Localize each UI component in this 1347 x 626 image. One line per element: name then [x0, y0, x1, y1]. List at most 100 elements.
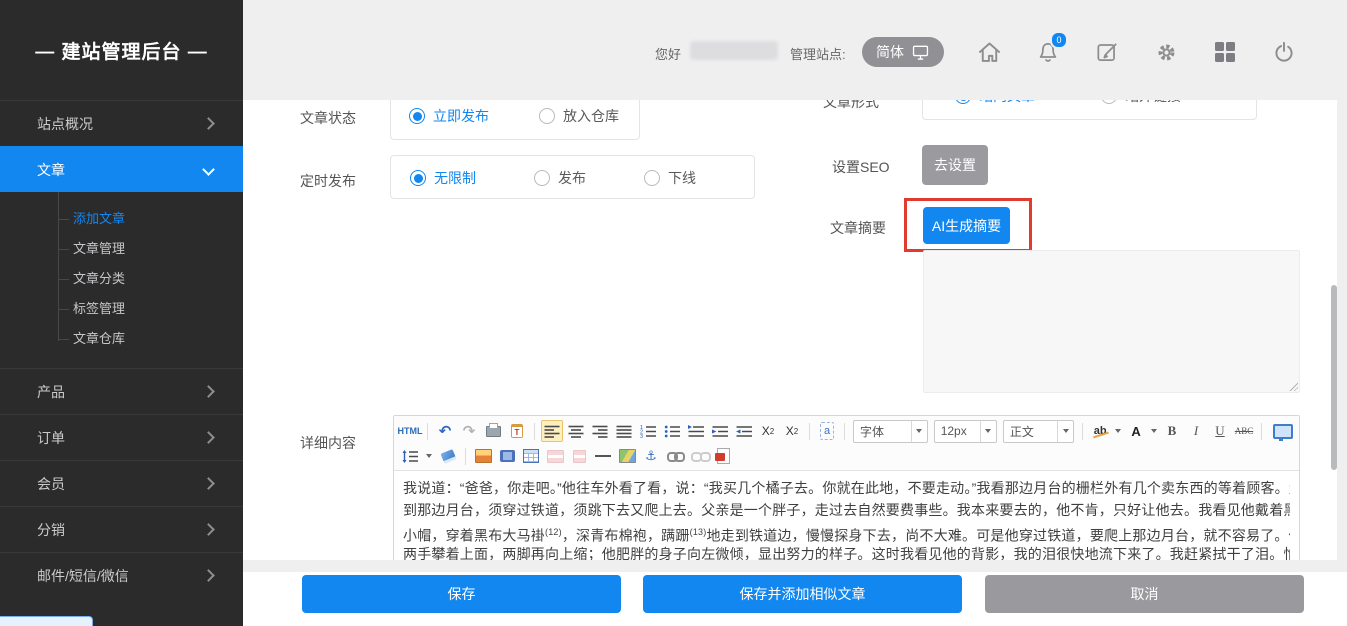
radio-icon: [539, 108, 555, 124]
unordered-list-icon[interactable]: [661, 420, 683, 442]
strikethrough-icon[interactable]: ABC: [1233, 420, 1255, 442]
seo-setup-button[interactable]: 去设置: [922, 145, 988, 185]
auto-typeset-icon[interactable]: [685, 420, 707, 442]
sidebar-item[interactable]: 文章: [0, 146, 243, 192]
toolbar-row-2: ⚓: [399, 444, 1294, 468]
align-left-icon[interactable]: [541, 420, 563, 442]
link-icon[interactable]: [664, 445, 686, 467]
ai-generate-summary-button[interactable]: AI生成摘要: [923, 207, 1010, 244]
submenu-item[interactable]: 文章管理: [0, 234, 243, 264]
editor-toolbar: HTML ↶ ↷: [394, 416, 1299, 471]
article-status-options: 立即发布 放入仓库: [409, 106, 619, 126]
chevron-down-icon: [911, 421, 927, 442]
chevron-right-icon: [202, 477, 215, 490]
outdent-icon[interactable]: [733, 420, 755, 442]
manage-site-label: 管理站点:: [790, 44, 846, 63]
format-clear-icon[interactable]: [437, 445, 459, 467]
sidebar-item[interactable]: 邮件/短信/微信: [0, 552, 243, 598]
monitor-icon: [911, 44, 930, 61]
underline-icon[interactable]: U: [1209, 420, 1231, 442]
bold-icon[interactable]: B: [1161, 420, 1183, 442]
font-size-select[interactable]: 12px: [934, 420, 997, 443]
font-color-icon[interactable]: A: [1125, 420, 1147, 442]
undo-icon[interactable]: ↶: [434, 420, 456, 442]
article-submenu: 添加文章文章管理文章分类标签管理文章仓库: [0, 192, 243, 368]
highlight-color-icon[interactable]: ab: [1089, 420, 1111, 442]
apps-grid-icon[interactable]: [1211, 38, 1239, 66]
italic-icon[interactable]: I: [1185, 420, 1207, 442]
insert-pdf-icon[interactable]: [712, 445, 734, 467]
superscript-icon[interactable]: X2: [781, 420, 803, 442]
radio-icon: [534, 170, 550, 186]
sidebar-item[interactable]: 会员: [0, 460, 243, 506]
radio-option[interactable]: 发布: [534, 168, 586, 188]
chevron-right-icon: [202, 523, 215, 536]
insert-image-icon[interactable]: [472, 445, 494, 467]
chevron-down-icon: [1057, 421, 1073, 442]
chevron-down-icon[interactable]: [423, 454, 435, 458]
html-source-icon[interactable]: HTML: [399, 420, 421, 442]
unlink-icon[interactable]: [688, 445, 710, 467]
subscript-icon[interactable]: X2: [757, 420, 779, 442]
justify-icon[interactable]: [613, 420, 635, 442]
radio-icon: [1101, 100, 1117, 104]
radio-icon: [410, 170, 426, 186]
settings-icon[interactable]: [1152, 38, 1180, 66]
horizontal-rule-icon[interactable]: [592, 445, 614, 467]
sidebar-item[interactable]: 产品: [0, 368, 243, 414]
submenu-item[interactable]: 文章仓库: [0, 324, 243, 354]
save-button[interactable]: 保存: [302, 575, 621, 613]
indent-icon[interactable]: [709, 420, 731, 442]
power-icon[interactable]: [1270, 38, 1298, 66]
paste-as-text-icon[interactable]: [506, 420, 528, 442]
vertical-scrollbar-thumb[interactable]: [1331, 285, 1337, 470]
timed-publish-options: 无限制 发布 下线: [410, 168, 696, 188]
template-break-icon[interactable]: [568, 445, 590, 467]
align-right-icon[interactable]: [589, 420, 611, 442]
insert-table-icon[interactable]: [520, 445, 542, 467]
image-map-icon[interactable]: [616, 445, 638, 467]
seo-label: 设置SEO: [832, 157, 890, 177]
radio-option[interactable]: 无限制: [410, 168, 476, 188]
fullscreen-icon[interactable]: [1272, 420, 1294, 442]
submenu-item[interactable]: 文章分类: [0, 264, 243, 294]
align-center-icon[interactable]: [565, 420, 587, 442]
editor-content[interactable]: 我说道：“爸爸，你走吧。”他往车外看了看，说：“我买几个橘子去。你就在此地，不要…: [394, 471, 1299, 560]
sidebar-item[interactable]: 订单: [0, 414, 243, 460]
print-icon[interactable]: [482, 420, 504, 442]
summary-textarea[interactable]: [923, 250, 1300, 393]
sidebar-item[interactable]: 站点概况: [0, 100, 243, 146]
language-preview-button[interactable]: 简体: [862, 37, 944, 67]
font-family-select[interactable]: 字体: [853, 420, 928, 443]
chevron-down-icon: [980, 421, 996, 442]
sidebar: — 建站管理后台 — 站点概况文章添加文章文章管理文章分类标签管理文章仓库产品订…: [0, 0, 243, 626]
redo-icon[interactable]: ↷: [458, 420, 480, 442]
select-all-icon[interactable]: a: [816, 420, 838, 442]
radio-option[interactable]: 立即发布: [409, 106, 489, 126]
radio-option[interactable]: 放入仓库: [539, 106, 619, 126]
ordered-list-icon[interactable]: 123: [637, 420, 659, 442]
radio-option[interactable]: 站内文章: [955, 100, 1035, 106]
chevron-down-icon[interactable]: [1113, 429, 1123, 433]
radio-option[interactable]: 站外链接: [1101, 100, 1181, 106]
bell-icon[interactable]: 0: [1034, 38, 1062, 66]
save-and-add-similar-button[interactable]: 保存并添加相似文章: [643, 575, 962, 613]
cancel-button[interactable]: 取消: [985, 575, 1304, 613]
chevron-down-icon[interactable]: [1149, 429, 1159, 433]
paragraph-style-select[interactable]: 正文: [1003, 420, 1074, 443]
home-icon[interactable]: [975, 38, 1003, 66]
line-height-icon[interactable]: [399, 445, 421, 467]
sidebar-item[interactable]: 分销: [0, 506, 243, 552]
edit-icon[interactable]: [1093, 38, 1121, 66]
radio-option[interactable]: 下线: [644, 168, 696, 188]
radio-icon: [409, 108, 425, 124]
submenu-item[interactable]: 标签管理: [0, 294, 243, 324]
blurred-username: [690, 41, 778, 60]
anchor-icon[interactable]: ⚓: [640, 445, 662, 467]
chevron-right-icon: [202, 569, 215, 582]
submenu-item[interactable]: 添加文章: [0, 204, 243, 234]
article-form-card: 文章状态 立即发布放入仓库 定时发布 无限制发布下线 文章形式 站内文章站外链接…: [243, 100, 1337, 560]
article-type-label: 文章形式: [823, 100, 879, 112]
page-break-icon[interactable]: [544, 445, 566, 467]
insert-video-icon[interactable]: [496, 445, 518, 467]
